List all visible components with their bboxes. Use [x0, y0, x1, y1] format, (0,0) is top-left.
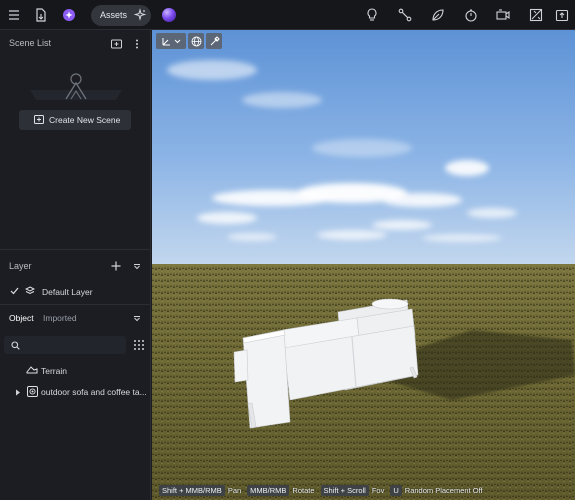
object-search-input[interactable] — [4, 336, 126, 354]
leaf-icon[interactable] — [429, 6, 447, 24]
shortcut-action: Random Placement Off — [404, 485, 483, 495]
grid-view-icon[interactable] — [131, 337, 147, 353]
image-settings-icon[interactable] — [527, 6, 545, 24]
default-layer-label: Default Layer — [42, 287, 93, 297]
path-tool-icon[interactable] — [396, 6, 414, 24]
add-layer-icon[interactable] — [110, 260, 122, 272]
shortcut-action: Rotate — [292, 485, 315, 495]
shortcut-key: MMB/RMB — [247, 484, 290, 496]
assets-label: Assets — [100, 10, 128, 20]
share-icon[interactable] — [553, 6, 571, 24]
timer-icon[interactable] — [462, 6, 480, 24]
shortcut-key: Shift + Scroll — [320, 484, 369, 496]
list-item[interactable]: Terrain — [0, 362, 151, 378]
tab-object[interactable]: Object — [9, 313, 34, 323]
search-icon — [9, 339, 21, 351]
shortcut-key: Shift + MMB/RMB — [159, 484, 225, 496]
top-bar: Assets — [0, 0, 575, 30]
add-scene-icon[interactable] — [110, 38, 122, 50]
list-item-label: outdoor sofa and coffee ta... — [41, 387, 147, 397]
layer-title: Layer — [9, 261, 32, 271]
create-new-scene-button[interactable]: Create New Scene — [19, 110, 131, 130]
section-divider — [0, 249, 151, 250]
globe-icon[interactable] — [188, 33, 204, 49]
menu-icon[interactable] — [5, 6, 23, 24]
scene-list-title: Scene List — [9, 38, 52, 48]
list-item[interactable]: outdoor sofa and coffee ta... — [0, 383, 151, 399]
shortcut-action: Pan — [227, 485, 242, 495]
layer-collapse-icon[interactable] — [131, 260, 143, 272]
render-orb-icon[interactable] — [162, 8, 176, 22]
transform-gizmo-button[interactable] — [156, 33, 186, 49]
terrain-icon — [26, 364, 38, 376]
left-sidebar: Scene List Create New Scene Layer Defaul… — [0, 30, 151, 500]
camera-icon[interactable] — [494, 6, 512, 24]
shortcut-hints-bar: Shift + MMB/RMB Pan MMB/RMB Rotate Shift… — [159, 484, 486, 496]
ai-plugin-icon[interactable] — [60, 6, 78, 24]
tab-imported[interactable]: Imported — [43, 313, 77, 323]
more-options-icon[interactable] — [131, 38, 143, 50]
layer-row-default[interactable]: Default Layer — [0, 283, 151, 299]
section-divider — [0, 304, 151, 305]
scene-icon — [34, 115, 44, 124]
expand-arrow-icon[interactable] — [12, 386, 24, 398]
sparkle-icon — [133, 8, 147, 22]
layers-icon — [24, 285, 36, 297]
viewport-scene — [152, 30, 575, 500]
object-collapse-icon[interactable] — [131, 312, 143, 324]
assets-button[interactable]: Assets — [91, 5, 151, 26]
empty-scene-illustration — [22, 72, 130, 104]
viewport-toolbar — [156, 33, 222, 49]
check-icon — [8, 285, 20, 297]
model-icon — [26, 385, 38, 397]
lightbulb-icon[interactable] — [363, 6, 381, 24]
file-icon[interactable] — [32, 6, 50, 24]
list-item-label: Terrain — [41, 366, 67, 376]
shortcut-action: Fov — [371, 485, 385, 495]
shortcut-key: U — [390, 484, 402, 496]
create-new-scene-label: Create New Scene — [49, 115, 121, 125]
eyedropper-icon[interactable] — [206, 33, 222, 49]
3d-viewport[interactable]: Shift + MMB/RMB Pan MMB/RMB Rotate Shift… — [152, 30, 575, 500]
